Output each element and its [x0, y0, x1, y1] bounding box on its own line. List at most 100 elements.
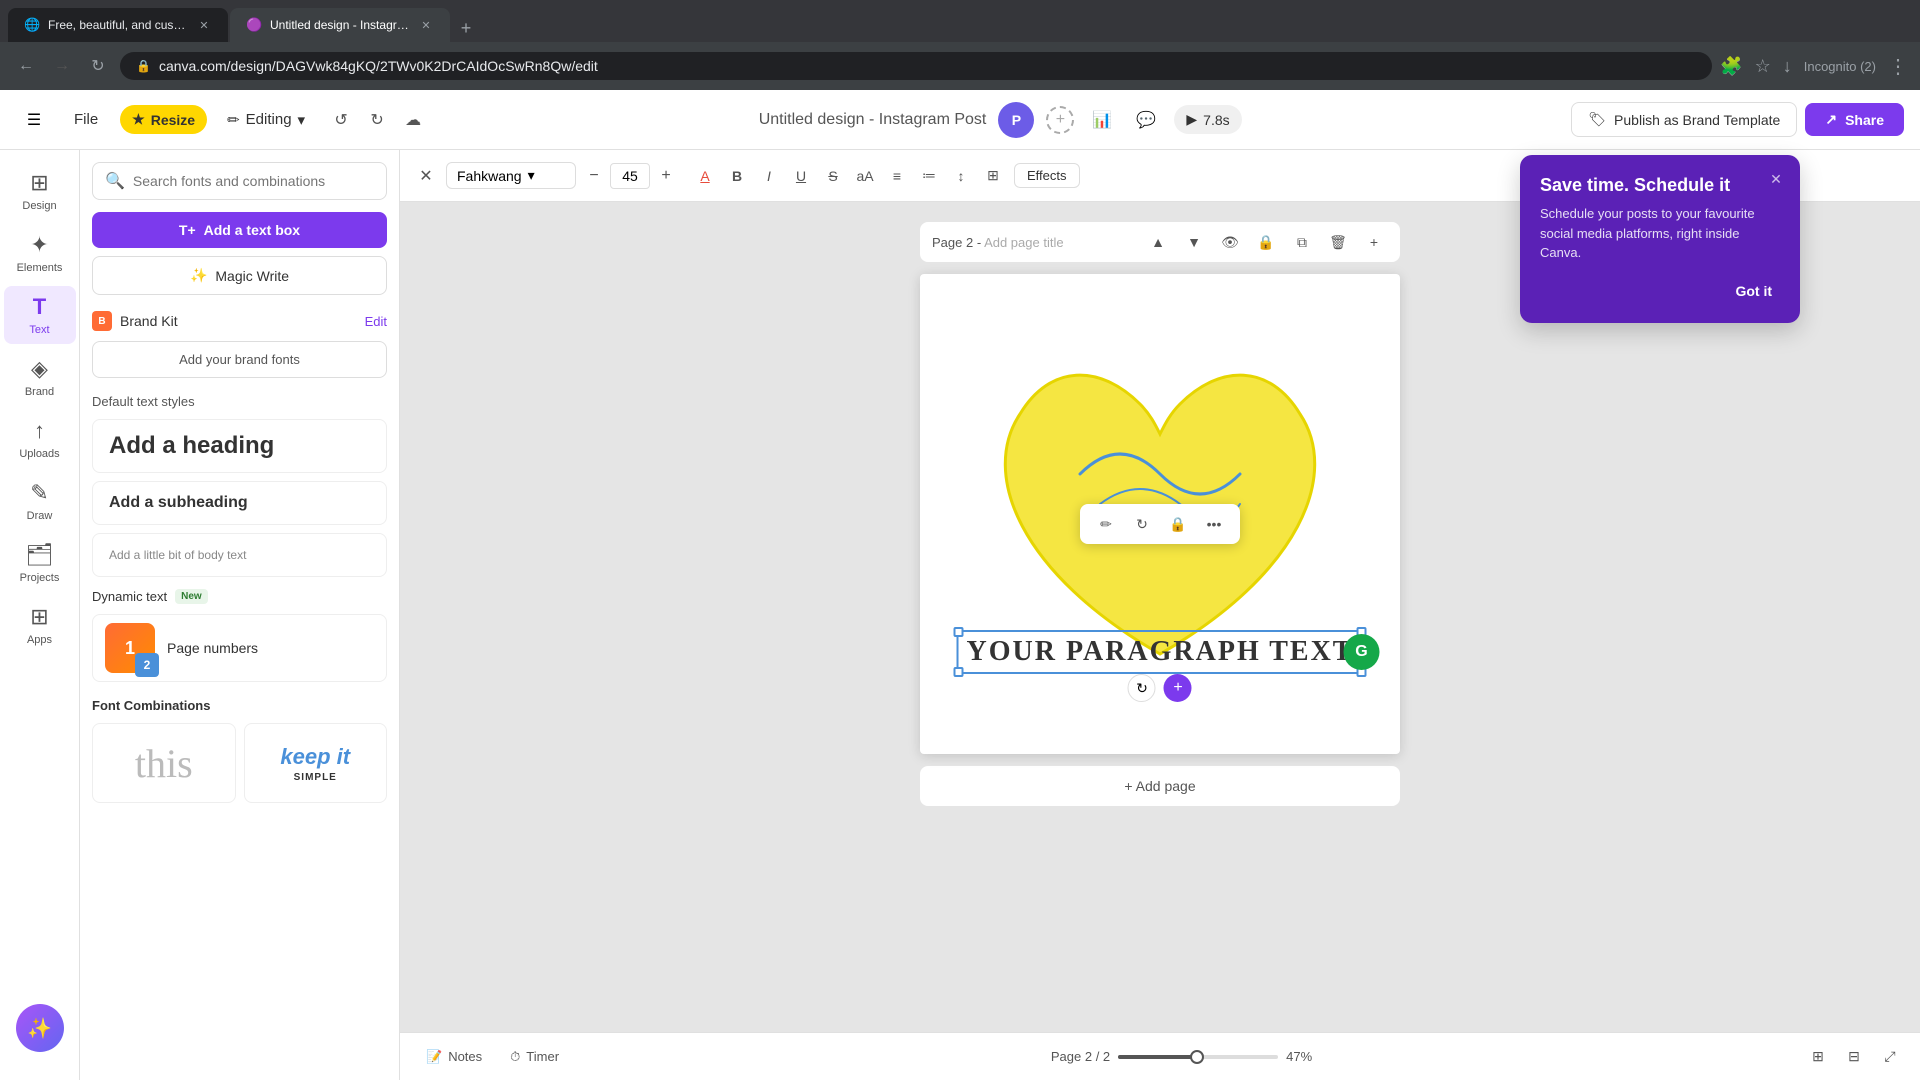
list-button[interactable]: ≔ — [914, 161, 944, 191]
lock-icon: 🔒 — [136, 59, 151, 73]
address-bar[interactable]: 🔒 canva.com/design/DAGVwk84gKQ/2TWv0K2Dr… — [120, 52, 1712, 80]
edit-brand-kit-button[interactable]: Edit — [365, 314, 387, 329]
fullscreen-button[interactable]: ⤢ — [1876, 1043, 1904, 1071]
heading-style-item[interactable]: Add a heading — [92, 419, 387, 473]
tab2-close[interactable]: ✕ — [418, 17, 434, 33]
notification-got-it-button[interactable]: Got it — [1727, 279, 1780, 303]
add-text-icon: T+ — [179, 222, 196, 238]
spacing-button[interactable]: ↕ — [946, 161, 976, 191]
redo-button[interactable]: ↻ — [361, 104, 393, 136]
add-text-box-button[interactable]: T+ Add a text box — [92, 212, 387, 248]
chevron-down-icon: ▾ — [298, 111, 306, 129]
publish-label: Publish as Brand Template — [1614, 112, 1780, 128]
selection-handle-tl[interactable] — [954, 627, 964, 637]
font-size-decrease[interactable]: − — [582, 164, 606, 188]
zoom-thumb[interactable] — [1190, 1050, 1204, 1064]
download-icon[interactable]: ↓ — [1783, 56, 1792, 77]
publish-button[interactable]: 🏷 Publish as Brand Template — [1571, 102, 1797, 137]
sidebar-item-text[interactable]: T Text — [4, 286, 76, 344]
expand-button[interactable]: + — [1164, 674, 1192, 702]
float-lock-button[interactable]: 🔒 — [1164, 510, 1192, 538]
sidebar-item-brand[interactable]: ◈ Brand — [4, 348, 76, 406]
side-icon-panel: ⊞ Design ✦ Elements T Text ◈ Brand ↑ Upl… — [0, 150, 80, 1080]
sidebar-item-uploads[interactable]: ↑ Uploads — [4, 410, 76, 468]
float-pencil-button[interactable]: ✏ — [1092, 510, 1120, 538]
analytics-button[interactable]: 📊 — [1086, 104, 1118, 136]
toolbar-center: Untitled design - Instagram Post P + 📊 💬… — [437, 102, 1563, 138]
font-combo-1-text: this — [135, 740, 193, 787]
back-button[interactable]: ← — [12, 52, 40, 80]
menu-dots-icon[interactable]: ⋮ — [1888, 54, 1908, 79]
rotate-button[interactable]: ↻ — [1128, 674, 1156, 702]
sidebar-item-projects[interactable]: 🗂 Projects — [4, 534, 76, 592]
magic-write-button[interactable]: ✨ Magic Write — [92, 256, 387, 295]
close-panel-button[interactable]: ✕ — [412, 162, 440, 190]
underline-button[interactable]: U — [786, 161, 816, 191]
page-down-button[interactable]: ▼ — [1180, 228, 1208, 256]
subheading-style-item[interactable]: Add a subheading — [92, 481, 387, 525]
align-button[interactable]: ≡ — [882, 161, 912, 191]
page-delete-button[interactable]: 🗑 — [1324, 228, 1352, 256]
font-size-value[interactable]: 45 — [610, 163, 650, 189]
add-brand-fonts-button[interactable]: Add your brand fonts — [92, 341, 387, 378]
font-selector[interactable]: Fahkwang ▾ — [446, 162, 576, 189]
italic-button[interactable]: I — [754, 161, 784, 191]
page-title-placeholder[interactable]: Add page title — [984, 235, 1064, 250]
font-size-increase[interactable]: + — [654, 164, 678, 188]
page-lock-button[interactable]: 🔒 — [1252, 228, 1280, 256]
font-combo-grid: this keep it SIMPLE — [92, 723, 387, 803]
resize-button[interactable]: ★ Resize — [120, 105, 207, 134]
tab1-close[interactable]: ✕ — [196, 17, 212, 33]
body-style-item[interactable]: Add a little bit of body text — [92, 533, 387, 577]
extensions-icon[interactable]: 🧩 — [1720, 56, 1742, 77]
sidebar-item-design[interactable]: ⊞ Design — [4, 162, 76, 220]
cloud-save-button[interactable]: ☁ — [397, 104, 429, 136]
page-view-button[interactable]: 👁 — [1216, 228, 1244, 256]
add-page-button[interactable]: + Add page — [920, 766, 1400, 806]
play-button[interactable]: ▶ 7.8s — [1174, 105, 1241, 134]
add-collaborator-button[interactable]: + — [1046, 106, 1074, 134]
font-combo-card-2[interactable]: keep it SIMPLE — [244, 723, 388, 803]
font-combo-card-1[interactable]: this — [92, 723, 236, 803]
comments-button[interactable]: 💬 — [1130, 104, 1162, 136]
float-more-button[interactable]: ••• — [1200, 510, 1228, 538]
hamburger-button[interactable]: ☰ — [16, 102, 52, 138]
bookmark-icon[interactable]: ☆ — [1755, 56, 1771, 77]
timer-button[interactable]: ⏱ Timer — [500, 1045, 569, 1069]
share-button[interactable]: ↗ Share — [1805, 103, 1904, 136]
grammarly-button[interactable]: G — [1343, 634, 1379, 670]
float-rotate-button[interactable]: ↻ — [1128, 510, 1156, 538]
canvas-page[interactable]: YOUR PARAGRAPH TEXT G ↻ + — [920, 274, 1400, 754]
notes-button[interactable]: 📝 Notes — [416, 1045, 492, 1069]
search-input[interactable] — [133, 173, 374, 189]
list-view-button[interactable]: ⊟ — [1840, 1043, 1868, 1071]
page-more-button[interactable]: + — [1360, 228, 1388, 256]
magic-ai-button[interactable]: ✨ — [16, 1004, 64, 1052]
browser-tab-2[interactable]: 🟣 Untitled design - Instagram Po... ✕ — [230, 8, 450, 42]
zoom-track[interactable] — [1118, 1055, 1278, 1059]
page-numbers-card[interactable]: 1 2 Page numbers — [92, 614, 387, 682]
sidebar-item-draw[interactable]: ✎ Draw — [4, 472, 76, 530]
notification-close-button[interactable]: ✕ — [1764, 167, 1788, 191]
undo-button[interactable]: ↺ — [325, 104, 357, 136]
page-up-button[interactable]: ▲ — [1144, 228, 1172, 256]
strikethrough-button[interactable]: S — [818, 161, 848, 191]
file-button[interactable]: File — [60, 105, 112, 134]
font-color-button[interactable]: A — [690, 161, 720, 191]
effects-button[interactable]: Effects — [1014, 163, 1080, 188]
new-tab-button[interactable]: + — [452, 14, 480, 42]
browser-tab-1[interactable]: 🌐 Free, beautiful, and customizab... ✕ — [8, 8, 228, 42]
selected-text-box[interactable]: YOUR PARAGRAPH TEXT G ↻ + — [957, 630, 1364, 674]
grid-button[interactable]: ⊞ — [978, 161, 1008, 191]
page-copy-button[interactable]: ⧉ — [1288, 228, 1316, 256]
refresh-button[interactable]: ↻ — [84, 52, 112, 80]
grid-view-button[interactable]: ⊞ — [1804, 1043, 1832, 1071]
text-panel: 🔍 T+ Add a text box ✨ Magic Write B Bran… — [80, 150, 400, 1080]
sidebar-item-elements[interactable]: ✦ Elements — [4, 224, 76, 282]
editing-button[interactable]: ✏ Editing ▾ — [215, 105, 317, 135]
forward-button[interactable]: → — [48, 52, 76, 80]
bold-button[interactable]: B — [722, 161, 752, 191]
selection-handle-bl[interactable] — [954, 667, 964, 677]
sidebar-item-apps[interactable]: ⊞ Apps — [4, 596, 76, 654]
case-button[interactable]: aA — [850, 161, 880, 191]
